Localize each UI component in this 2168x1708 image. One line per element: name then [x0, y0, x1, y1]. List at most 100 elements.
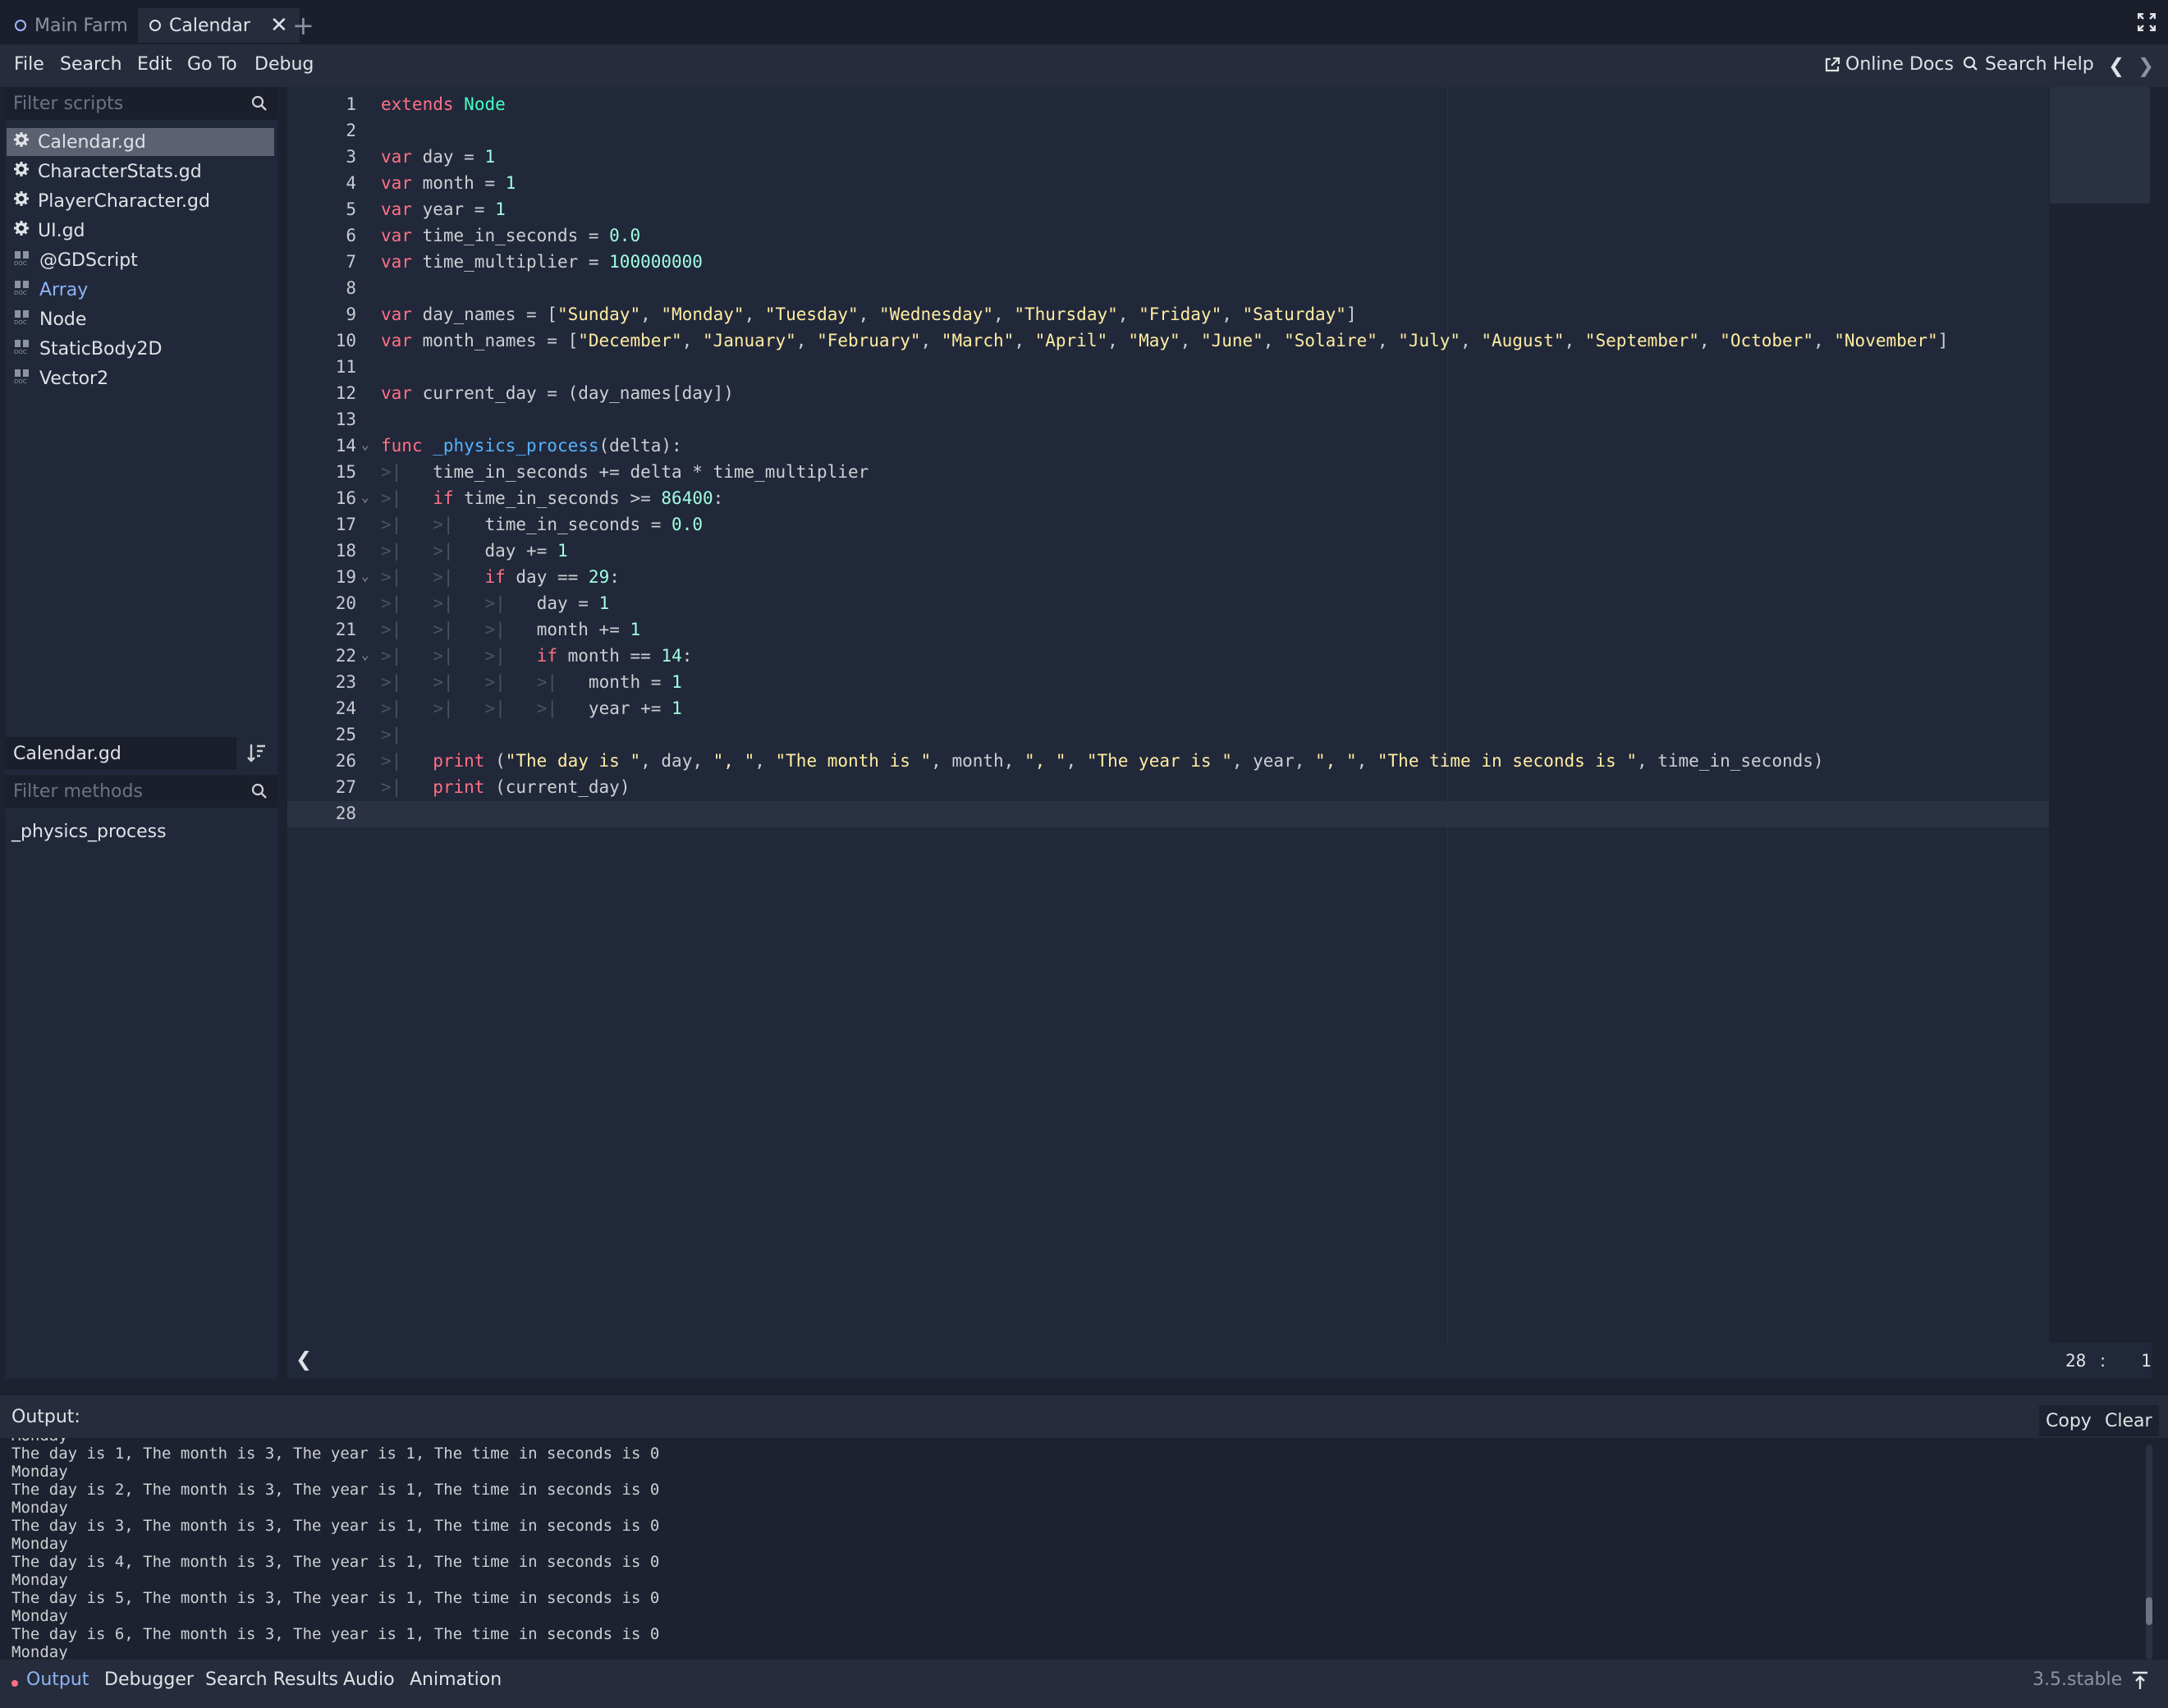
fullscreen-icon[interactable]	[2137, 12, 2157, 36]
code-line[interactable]: 22 ⌄ >| >| >| if month == 14:	[287, 643, 2049, 670]
line-number: 21	[335, 620, 356, 639]
code-line[interactable]: 20 >| >| >| day = 1	[287, 591, 2049, 617]
fold-arrow-icon[interactable]: ⌄	[361, 489, 369, 505]
code-line[interactable]: 3 var day = 1	[287, 144, 2049, 171]
code-line[interactable]: 26 >| print ("The day is ", day, ", ", "T…	[287, 749, 2049, 775]
bottom-tab-output[interactable]: Output	[26, 1669, 89, 1690]
line-number: 5	[346, 199, 356, 219]
current-script-field[interactable]: Calendar.gd	[5, 737, 236, 770]
code-line[interactable]: 1 extends Node	[287, 92, 2049, 118]
svg-text:DOC: DOC	[14, 290, 27, 295]
filter-scripts-input[interactable]: Filter scripts	[5, 87, 277, 120]
code-line[interactable]: 15 >| time_in_seconds += delta * time_mul…	[287, 460, 2049, 486]
bottom-tab-audio[interactable]: Audio	[343, 1669, 395, 1690]
code-text: extends Node	[381, 94, 506, 114]
code-line[interactable]: 10 var month_names = ["December", "Januar…	[287, 328, 2049, 355]
code-line[interactable]: 18 >| >| day += 1	[287, 538, 2049, 565]
external-link-icon	[1825, 57, 1840, 71]
search-help-icon	[1963, 56, 1978, 71]
menu-search[interactable]: Search	[60, 54, 122, 75]
script-list-item[interactable]: PlayerCharacter.gd	[7, 187, 274, 215]
close-icon[interactable]: ✕	[270, 13, 288, 38]
menu-goto[interactable]: Go To	[187, 54, 237, 75]
code-line[interactable]: 9 var day_names = ["Sunday", "Monday", "T…	[287, 302, 2049, 328]
script-list-item[interactable]: DOC Node	[7, 305, 274, 333]
code-minimap[interactable]	[2050, 87, 2150, 204]
history-forward-icon[interactable]: ❯	[2138, 54, 2154, 77]
code-line[interactable]: 28	[287, 801, 2049, 827]
search-icon	[251, 95, 267, 111]
fold-arrow-icon[interactable]: ⌄	[361, 437, 369, 452]
menu-debug[interactable]: Debug	[254, 54, 314, 75]
method-label: _physics_process	[11, 821, 167, 842]
script-list-item[interactable]: CharacterStats.gd	[7, 158, 274, 185]
script-list-item[interactable]: DOC Vector2	[7, 364, 274, 392]
code-line[interactable]: 11	[287, 355, 2049, 381]
filter-methods-input[interactable]: Filter methods	[5, 775, 277, 808]
code-text: var time_multiplier = 100000000	[381, 252, 703, 272]
clear-button[interactable]: Clear	[2098, 1405, 2159, 1436]
code-line[interactable]: 16 ⌄ >| if time_in_seconds >= 86400:	[287, 486, 2049, 512]
fold-arrow-icon[interactable]: ⌄	[361, 568, 369, 584]
code-text: >| time_in_seconds += delta * time_multi…	[381, 462, 869, 482]
code-line[interactable]: 6 var time_in_seconds = 0.0	[287, 223, 2049, 250]
line-number: 18	[335, 541, 356, 561]
search-help-button[interactable]: Search Help	[1962, 54, 2094, 75]
script-list-item[interactable]: DOC StaticBody2D	[7, 335, 274, 363]
code-line[interactable]: 2	[287, 118, 2049, 144]
script-item-label: UI.gd	[38, 220, 85, 241]
code-line[interactable]: 23 >| >| >| >| month = 1	[287, 670, 2049, 696]
line-number: 20	[335, 593, 356, 613]
add-tab-icon[interactable]: +	[292, 10, 314, 41]
scrollbar-thumb[interactable]	[2146, 1597, 2152, 1625]
bottom-tab-debugger[interactable]: Debugger	[104, 1669, 194, 1690]
method-item[interactable]: _physics_process	[5, 817, 273, 845]
bottom-tab-animation[interactable]: Animation	[410, 1669, 502, 1690]
code-line[interactable]: 21 >| >| >| month += 1	[287, 617, 2049, 643]
code-line[interactable]: 5 var year = 1	[287, 197, 2049, 223]
code-line[interactable]: 13	[287, 407, 2049, 433]
code-line[interactable]: 17 >| >| time_in_seconds = 0.0	[287, 512, 2049, 538]
code-line[interactable]: 8	[287, 276, 2049, 302]
output-scrollbar[interactable]	[2146, 1445, 2152, 1660]
online-docs-button[interactable]: Online Docs	[1824, 54, 1954, 75]
code-line[interactable]: 27 >| print (current_day)	[287, 775, 2049, 801]
output-log[interactable]: MondayThe day is 1, The month is 3, The …	[0, 1438, 2168, 1660]
menu-file[interactable]: File	[14, 54, 44, 75]
fold-arrow-icon[interactable]: ⌄	[361, 647, 369, 662]
output-line: The day is 1, The month is 3, The year i…	[11, 1445, 660, 1463]
code-line[interactable]: 25 >|	[287, 722, 2049, 749]
output-header: Output: Copy Clear	[0, 1395, 2168, 1438]
script-list-item[interactable]: DOC Array	[7, 276, 274, 304]
doc-icon: DOC	[13, 250, 31, 271]
sort-icon[interactable]	[246, 742, 268, 768]
code-line[interactable]: 24 >| >| >| >| year += 1	[287, 696, 2049, 722]
copy-button[interactable]: Copy	[2039, 1405, 2098, 1436]
doc-icon: DOC	[13, 338, 31, 359]
script-list-item[interactable]: UI.gd	[7, 217, 274, 245]
output-status-dot	[11, 1680, 18, 1687]
code-line[interactable]: 12 var current_day = (day_names[day])	[287, 381, 2049, 407]
line-number: 6	[346, 226, 356, 245]
code-line[interactable]: 4 var month = 1	[287, 171, 2049, 197]
toggle-scripts-panel-icon[interactable]: ❮	[296, 1348, 312, 1371]
line-number: 22	[335, 646, 356, 666]
tab-main-farm[interactable]: Main Farm	[3, 8, 140, 43]
bottom-tab-search-results[interactable]: Search Results	[205, 1669, 338, 1690]
tab-calendar[interactable]: Calendar ✕	[138, 8, 300, 43]
tab-label: Main Farm	[34, 15, 128, 36]
output-line: The day is 2, The month is 3, The year i…	[11, 1481, 660, 1499]
history-back-icon[interactable]: ❮	[2108, 54, 2124, 77]
script-list-item[interactable]: Calendar.gd	[7, 128, 274, 156]
menu-edit[interactable]: Edit	[137, 54, 172, 75]
code-line[interactable]: 7 var time_multiplier = 100000000	[287, 250, 2049, 276]
editor-status-bar: ❮ 28 : 1	[287, 1343, 2152, 1379]
script-item-label: Array	[39, 279, 89, 300]
bottom-panel-tabs: Output Debugger Search Results Audio Ani…	[0, 1660, 2168, 1708]
script-list-item[interactable]: DOC @GDScript	[7, 246, 274, 274]
code-line[interactable]: 14 ⌄ func _physics_process(delta):	[287, 433, 2049, 460]
expand-panel-icon[interactable]	[2131, 1671, 2149, 1696]
version-label: 3.5.stable	[2033, 1669, 2123, 1690]
code-line[interactable]: 19 ⌄ >| >| if day == 29:	[287, 565, 2049, 591]
line-number: 11	[335, 357, 356, 377]
